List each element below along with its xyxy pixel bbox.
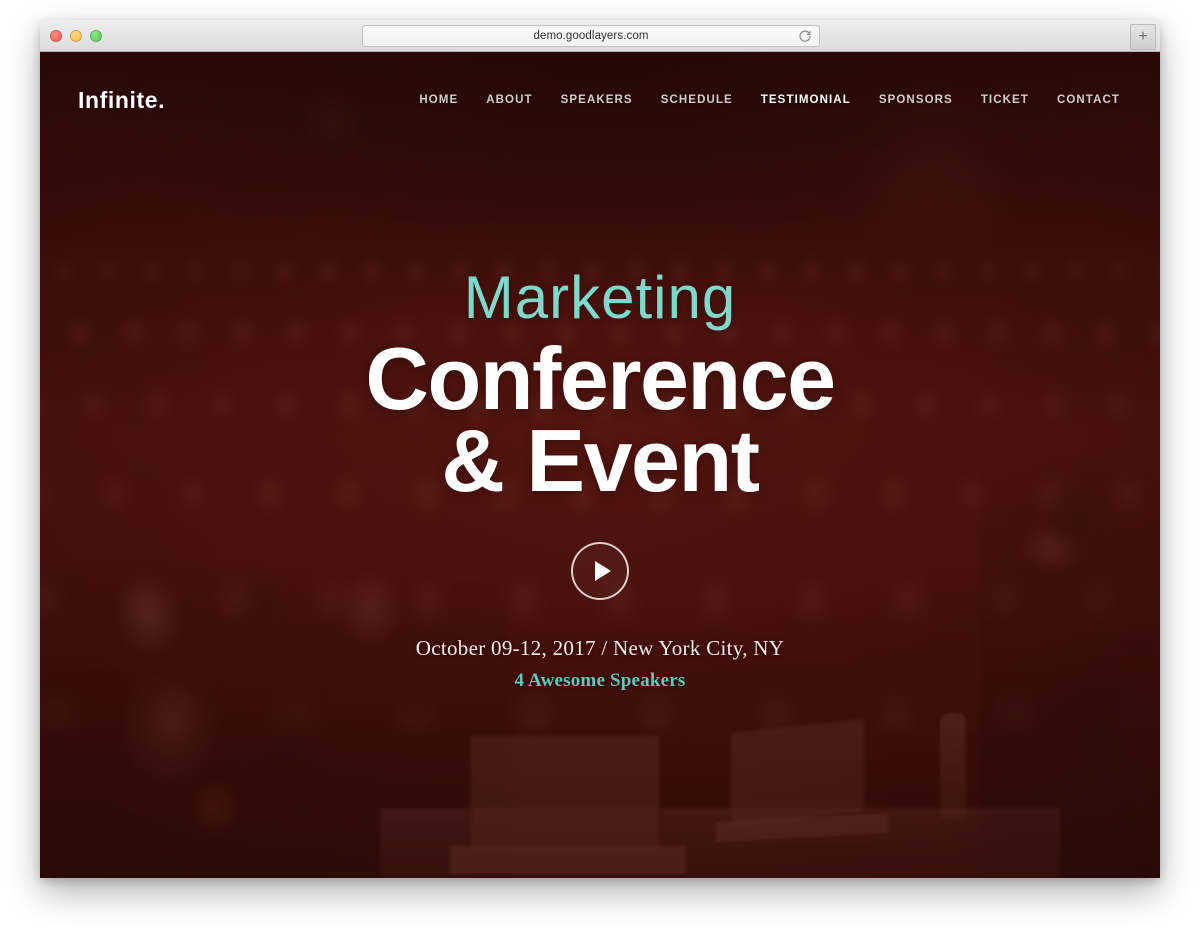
nav-item-speakers[interactable]: SPEAKERS [561,94,633,106]
url-text: demo.goodlayers.com [533,30,649,42]
address-bar[interactable]: demo.goodlayers.com [362,25,820,47]
nav-item-contact[interactable]: CONTACT [1057,94,1120,106]
hero-subtitle: Marketing [463,264,737,332]
hero-title-line-2: & Event [441,411,760,510]
close-window-button[interactable] [50,29,62,42]
hero-title: Conference & Event [365,329,836,510]
hero-title-line-1: Conference [365,329,836,429]
nav-item-schedule[interactable]: SCHEDULE [661,94,733,106]
nav-item-sponsors[interactable]: SPONSORS [879,94,953,106]
nav-item-about[interactable]: ABOUT [486,94,532,106]
play-icon [594,560,611,581]
site-header: Infinite. HOME ABOUT SPEAKERS SCHEDULE T… [40,52,1160,148]
browser-window: demo.goodlayers.com + Infinite. HOME ABO… [40,20,1160,878]
window-controls [40,29,102,42]
nav-item-testimonial[interactable]: TESTIMONIAL [761,94,851,106]
play-video-button[interactable] [571,541,629,600]
browser-toolbar: demo.goodlayers.com + [40,20,1160,52]
nav-item-ticket[interactable]: TICKET [981,94,1029,106]
new-tab-button[interactable]: + [1130,24,1156,50]
site-logo[interactable]: Infinite. [78,87,165,114]
hero-section: Marketing Conference & Event October 09-… [40,52,1160,878]
hero-speakers-note: 4 Awesome Speakers [514,669,686,691]
main-navigation: HOME ABOUT SPEAKERS SCHEDULE TESTIMONIAL… [419,94,1120,106]
nav-item-home[interactable]: HOME [419,94,458,106]
page-viewport: Infinite. HOME ABOUT SPEAKERS SCHEDULE T… [40,52,1160,878]
reload-icon[interactable] [798,29,812,43]
hero-date-location: October 09-12, 2017 / New York City, NY [415,635,785,660]
maximize-window-button[interactable] [90,29,102,42]
minimize-window-button[interactable] [70,29,82,42]
